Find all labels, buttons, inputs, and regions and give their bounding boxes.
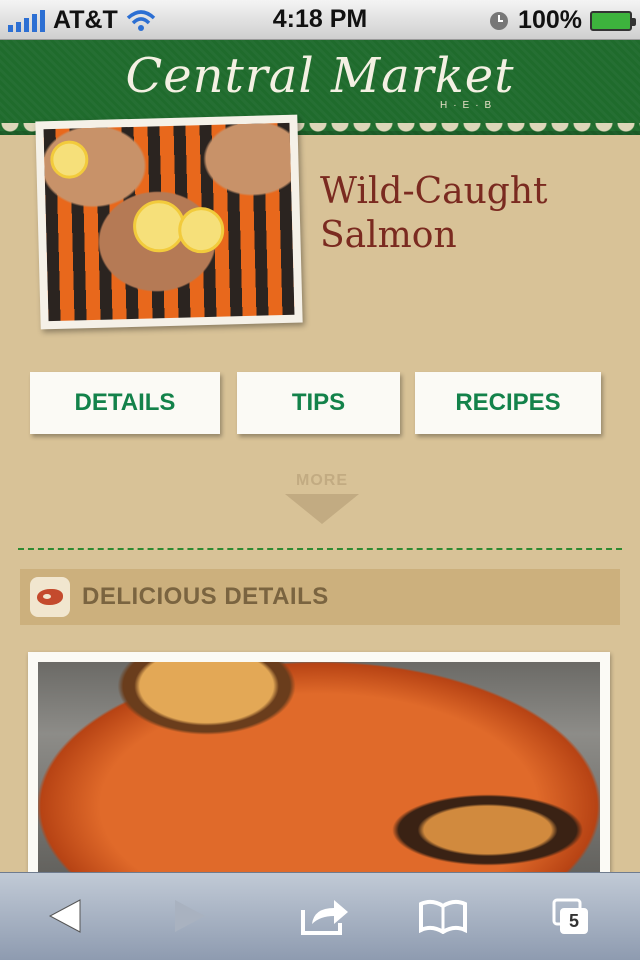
section-header: DELICIOUS DETAILS <box>20 569 620 625</box>
brand-logo: Central Market <box>125 48 515 104</box>
steak-icon <box>30 577 70 617</box>
battery-icon <box>590 10 636 31</box>
share-icon <box>301 900 348 935</box>
battery-percent: 100% <box>518 6 582 34</box>
status-right: 100% <box>488 6 636 35</box>
page-title: Wild-Caught Salmon <box>320 171 548 256</box>
section-title: DELICIOUS DETAILS <box>82 583 329 610</box>
tab-details[interactable]: DETAILS <box>30 372 220 434</box>
alarm-clock-icon <box>490 11 509 30</box>
more-label: MORE <box>296 472 348 489</box>
tab-recipes[interactable]: RECIPES <box>415 372 601 434</box>
back-button[interactable] <box>15 872 115 960</box>
details-photo-image <box>38 662 600 902</box>
more-button[interactable]: MORE <box>285 472 359 528</box>
back-arrow-icon <box>48 899 81 933</box>
tabs-count-badge: 5 <box>560 908 588 934</box>
tab-tips[interactable]: TIPS <box>237 372 400 434</box>
forward-arrow-icon <box>175 900 205 932</box>
bookmarks-icon <box>419 899 467 934</box>
chevron-down-icon <box>285 494 359 524</box>
bookmarks-button[interactable] <box>393 872 493 960</box>
forward-button[interactable] <box>140 872 240 960</box>
brand-sublogo: H·E·B <box>440 100 498 111</box>
share-button[interactable] <box>275 872 375 960</box>
divider <box>18 548 622 550</box>
status-bar: AT&T 4:18 PM 100% <box>0 0 640 40</box>
hero-salmon-photo <box>35 114 303 330</box>
